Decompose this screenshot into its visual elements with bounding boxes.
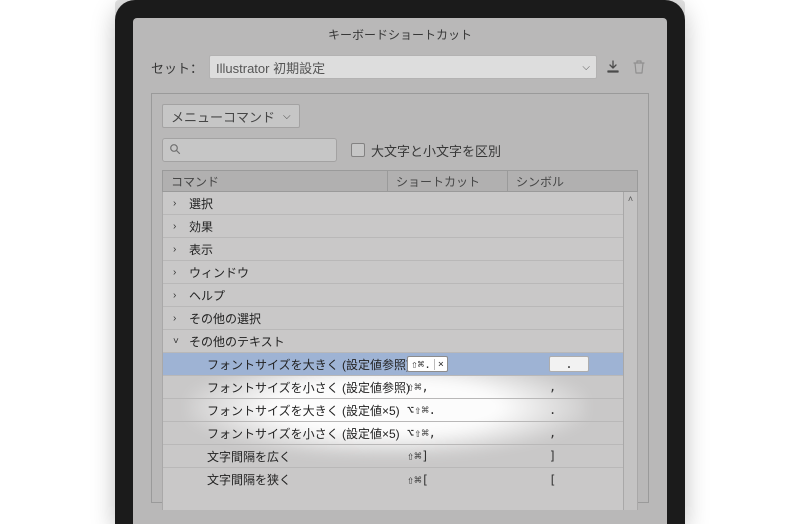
row-symbol[interactable]: ,: [549, 426, 556, 440]
col-shortcut[interactable]: ショートカット: [388, 171, 508, 191]
row-label: 効果: [189, 218, 213, 235]
row-label: フォントサイズを小さく (設定値参照): [207, 379, 410, 396]
delete-set-button[interactable]: [629, 57, 649, 77]
list-item[interactable]: フォントサイズを大きく (設定値参照)⇧⌘.×.: [163, 353, 637, 376]
row-label: フォントサイズを大きく (設定値×5): [207, 402, 400, 419]
list-group[interactable]: › その他の選択: [163, 307, 637, 330]
disclosure-icon: ›: [173, 313, 185, 324]
chevron-down-icon: ⌵: [582, 62, 590, 73]
list-group[interactable]: › 表示: [163, 238, 637, 261]
list-group[interactable]: › 効果: [163, 215, 637, 238]
row-symbol[interactable]: ,: [549, 380, 556, 394]
disclosure-icon: ›: [173, 221, 185, 232]
set-select-value: Illustrator 初期設定: [216, 58, 325, 77]
row-shortcut[interactable]: ⇧⌘[: [407, 473, 517, 487]
row-symbol[interactable]: .: [549, 356, 589, 372]
disclosure-icon: ›: [173, 198, 185, 209]
panel: メニューコマンド ⌵ 大文字と小文字を区別 コマンド ショートカット: [151, 93, 649, 503]
list-item[interactable]: フォントサイズを大きく (設定値×5) ⌥⇧⌘..: [163, 399, 637, 422]
list-group[interactable]: ˅ その他のテキスト: [163, 330, 637, 353]
list-group[interactable]: › 選択: [163, 192, 637, 215]
command-list: › 選択 › 効果 › 表示 › ウィンドウ › ヘルプ › その他の選択 ˅ その他のテキストフォントサ…: [162, 192, 638, 510]
search-input[interactable]: [162, 138, 337, 162]
set-row: セット： Illustrator 初期設定 ⌵: [133, 51, 667, 93]
case-sensitive-label: 大文字と小文字を区別: [371, 141, 501, 160]
case-sensitive-checkbox[interactable]: 大文字と小文字を区別: [351, 141, 501, 160]
window-title: キーボードショートカット: [133, 22, 667, 51]
type-select-value: メニューコマンド: [171, 107, 275, 126]
row-shortcut[interactable]: ⇧⌘]: [407, 449, 517, 463]
row-label: ウィンドウ: [189, 264, 249, 281]
list-item[interactable]: フォントサイズを小さく (設定値×5) ⌥⇧⌘,,: [163, 422, 637, 445]
row-label: 文字間隔を狭く: [207, 471, 291, 488]
row-label: 文字間隔を広く: [207, 448, 291, 465]
row-label: フォントサイズを小さく (設定値×5): [207, 425, 400, 442]
type-select[interactable]: メニューコマンド ⌵: [162, 104, 300, 128]
list-item[interactable]: 文字間隔を狭く ⇧⌘[ [: [163, 468, 637, 491]
row-symbol[interactable]: [: [549, 473, 556, 487]
row-shortcut[interactable]: ⌥⇧⌘.: [407, 403, 517, 417]
row-symbol[interactable]: ]: [549, 449, 556, 463]
save-set-button[interactable]: [603, 57, 623, 77]
set-select[interactable]: Illustrator 初期設定 ⌵: [209, 55, 597, 79]
trash-icon: [632, 59, 646, 75]
list-group[interactable]: › ウィンドウ: [163, 261, 637, 284]
scroll-up-icon: ˄: [628, 192, 633, 206]
disclosure-icon: ˅: [173, 336, 185, 347]
device-frame: キーボードショートカット セット： Illustrator 初期設定 ⌵ メニュ…: [115, 0, 685, 524]
row-label: その他の選択: [189, 310, 261, 327]
list-item[interactable]: フォントサイズを小さく (設定値参照)⇧⌘,,: [163, 376, 637, 399]
clear-shortcut-icon[interactable]: ×: [434, 359, 444, 370]
disclosure-icon: ›: [173, 267, 185, 278]
chevron-down-icon: ⌵: [283, 111, 291, 122]
list-group[interactable]: › ヘルプ: [163, 284, 637, 307]
symbol-edit-field[interactable]: .: [549, 356, 589, 372]
row-label: 表示: [189, 241, 213, 258]
row-label: その他のテキスト: [189, 333, 285, 350]
search-row: 大文字と小文字を区別: [162, 138, 638, 162]
row-symbol[interactable]: .: [549, 403, 556, 417]
scrollbar[interactable]: ˄: [623, 192, 637, 510]
row-label: 選択: [189, 195, 213, 212]
disclosure-icon: ›: [173, 290, 185, 301]
disclosure-icon: ›: [173, 244, 185, 255]
column-headers: コマンド ショートカット シンボル: [162, 170, 638, 192]
row-label: フォントサイズを大きく (設定値参照): [207, 356, 410, 373]
col-symbol[interactable]: シンボル: [508, 171, 637, 191]
shortcut-edit-field[interactable]: ⇧⌘.×: [407, 356, 448, 372]
set-label: セット：: [151, 58, 203, 77]
list-item[interactable]: 文字間隔を広く ⇧⌘]]: [163, 445, 637, 468]
screen: キーボードショートカット セット： Illustrator 初期設定 ⌵ メニュ…: [133, 18, 667, 524]
search-icon: [169, 143, 181, 158]
row-shortcut[interactable]: ⇧⌘,: [407, 380, 517, 394]
row-label: ヘルプ: [189, 287, 225, 304]
row-shortcut[interactable]: ⇧⌘.×: [407, 356, 517, 372]
shortcut-edit-value: ⇧⌘.: [411, 358, 431, 371]
checkbox-icon: [351, 143, 365, 157]
row-shortcut[interactable]: ⌥⇧⌘,: [407, 426, 517, 440]
download-icon: [605, 59, 621, 75]
col-command[interactable]: コマンド: [163, 171, 388, 191]
